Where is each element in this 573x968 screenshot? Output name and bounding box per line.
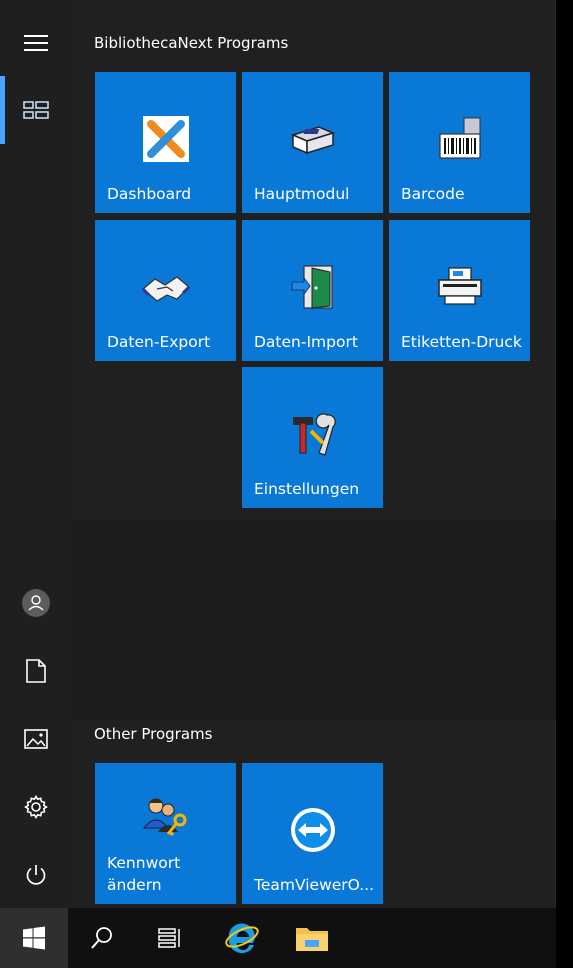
teamviewer-icon (290, 808, 335, 852)
windows-start-icon (23, 926, 45, 950)
hamburger-menu-icon (24, 35, 48, 51)
all-apps-grid-icon (23, 101, 49, 119)
file-explorer-button[interactable] (278, 908, 346, 968)
tile-daten-import[interactable]: Daten-Import (242, 220, 383, 361)
search-icon (91, 927, 112, 949)
dashboard-x-icon (142, 116, 189, 162)
documents-icon (26, 659, 46, 683)
tile-label: Hauptmodul (254, 185, 350, 203)
tile-label: Dashboard (107, 185, 192, 203)
tile-daten-export[interactable]: Daten-Export (95, 220, 236, 361)
power-icon (26, 865, 46, 885)
start-menu: BibliothecaNext Programs Dashboard Haupt… (0, 0, 556, 908)
tile-etiketten-druck[interactable]: Etiketten-Druck (389, 220, 530, 361)
users-key-icon (142, 798, 186, 837)
label-printer-icon (437, 267, 482, 305)
start-button[interactable] (0, 908, 68, 968)
barcode-scanner-icon (438, 117, 481, 159)
tile-einstellungen[interactable]: Einstellungen (242, 367, 383, 508)
user-account-button[interactable] (0, 574, 72, 632)
tile-barcode[interactable]: Barcode (389, 72, 530, 213)
empty-tile-area (72, 520, 556, 720)
user-avatar-icon (22, 589, 50, 617)
tile-label: Daten-Import (254, 333, 358, 351)
printer-box-icon (290, 126, 335, 155)
tile-label: Etiketten-Druck (401, 333, 522, 351)
tile-label: Kennwort ändern (107, 854, 181, 894)
search-button[interactable] (68, 908, 136, 968)
tile-dashboard[interactable]: Dashboard (95, 72, 236, 213)
tile-label: Barcode (401, 185, 465, 203)
group-title-other-programs: Other Programs (94, 725, 213, 743)
tools-icon (292, 413, 336, 456)
handshake-icon (141, 276, 190, 302)
tile-label: Daten-Export (107, 333, 211, 351)
settings-button[interactable] (0, 778, 72, 836)
start-menu-rail (0, 0, 72, 908)
tile-hauptmodul[interactable]: Hauptmodul (242, 72, 383, 213)
tile-label: TeamViewerO... (254, 876, 375, 894)
documents-button[interactable] (0, 642, 72, 700)
file-explorer-icon (296, 928, 328, 951)
all-apps-button[interactable] (0, 81, 72, 139)
task-view-icon (158, 928, 180, 948)
internet-explorer-icon (225, 923, 259, 954)
task-view-button[interactable] (136, 908, 204, 968)
door-arrow-icon (291, 265, 333, 309)
pictures-icon (24, 729, 48, 749)
internet-explorer-button[interactable] (208, 908, 276, 968)
tile-label: Einstellungen (254, 480, 360, 498)
tile-teamviewer[interactable]: TeamViewerO... (242, 763, 383, 904)
hamburger-menu-button[interactable] (0, 14, 72, 72)
power-button[interactable] (0, 846, 72, 904)
group-title-bibliothecanext: BibliothecaNext Programs (94, 34, 289, 52)
taskbar (0, 908, 556, 968)
tile-kennwort-aendern[interactable]: Kennwort ändern (95, 763, 236, 904)
settings-gear-icon (24, 795, 48, 819)
pictures-button[interactable] (0, 710, 72, 768)
